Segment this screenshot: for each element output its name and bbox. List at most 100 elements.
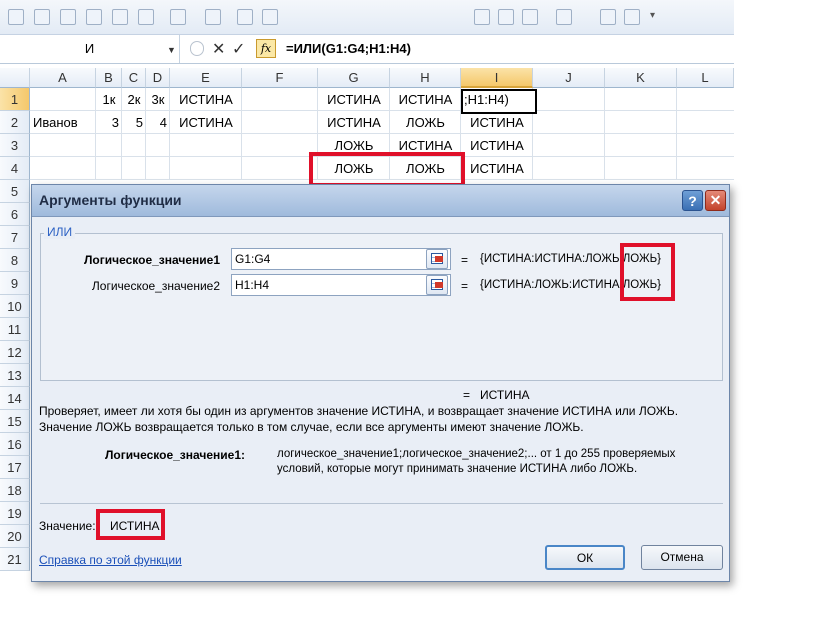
forward-icon[interactable]: [474, 9, 490, 25]
ok-button[interactable]: ОК: [545, 545, 625, 570]
undo-icon[interactable]: [138, 9, 154, 25]
cell-i4[interactable]: ИСТИНА: [461, 158, 533, 180]
form-icon[interactable]: [498, 9, 514, 25]
save-icon[interactable]: [86, 9, 102, 25]
open-icon[interactable]: [112, 9, 128, 25]
cell-e2[interactable]: ИСТИНА: [170, 112, 242, 134]
row-header-3[interactable]: 3: [0, 134, 30, 157]
row-header-11[interactable]: 11: [0, 318, 30, 341]
column-header-g[interactable]: G: [318, 68, 390, 88]
result-equals: =: [463, 388, 471, 402]
gridline: [604, 88, 605, 180]
arg-help-text-2: условий, которые могут принимать значени…: [277, 463, 638, 475]
row-header-20[interactable]: 20: [0, 525, 30, 548]
checkbox-icon[interactable]: [8, 9, 24, 25]
customize-dropdown-icon[interactable]: ▾: [650, 10, 655, 21]
row-header-1[interactable]: 1: [0, 88, 30, 111]
arg-help-text: логическое_значение1;логическое_значение…: [277, 448, 676, 460]
check-icon[interactable]: ✓: [232, 39, 245, 59]
column-header-i[interactable]: I: [461, 68, 533, 88]
row-header-5[interactable]: 5: [0, 180, 30, 203]
row-header-6[interactable]: 6: [0, 203, 30, 226]
row-header-15[interactable]: 15: [0, 410, 30, 433]
column-header-a[interactable]: A: [30, 68, 96, 88]
formula-bar: И ▼ ✕ ✓ fx =ИЛИ(G1:G4;H1:H4): [0, 35, 734, 64]
omega-icon[interactable]: [237, 9, 253, 25]
table-icon[interactable]: [522, 9, 538, 25]
paste-icon[interactable]: [60, 9, 76, 25]
column-header-c[interactable]: C: [122, 68, 146, 88]
row-header-2[interactable]: 2: [0, 111, 30, 134]
smiley-icon[interactable]: [600, 9, 616, 25]
column-header-l[interactable]: L: [677, 68, 734, 88]
column-header-j[interactable]: J: [533, 68, 605, 88]
cell-g2[interactable]: ИСТИНА: [318, 112, 390, 134]
function-description: Проверяет, имеет ли хотя бы один из аргу…: [39, 404, 679, 418]
row-header-21[interactable]: 21: [0, 548, 30, 571]
column-header-d[interactable]: D: [146, 68, 170, 88]
highlight-box-row4: [309, 152, 465, 187]
cell-e1[interactable]: ИСТИНА: [170, 89, 242, 111]
collapse-dialog-icon[interactable]: [426, 249, 448, 269]
column-header-f[interactable]: F: [242, 68, 318, 88]
row-header-18[interactable]: 18: [0, 479, 30, 502]
value-label: Значение:: [39, 519, 96, 533]
cell-h1[interactable]: ИСТИНА: [390, 89, 461, 111]
cell-i2[interactable]: ИСТИНА: [461, 112, 533, 134]
formula-bar-grip-icon: [190, 41, 204, 56]
name-box[interactable]: И: [0, 35, 180, 63]
chart-icon[interactable]: [262, 9, 278, 25]
cancel-button[interactable]: Отмена: [641, 545, 723, 570]
cell-d2[interactable]: 4: [146, 112, 170, 134]
row-header-14[interactable]: 14: [0, 387, 30, 410]
cell-c1[interactable]: 2к: [122, 89, 146, 111]
print-icon[interactable]: [556, 9, 572, 25]
formula-input[interactable]: =ИЛИ(G1:G4;H1:H4): [286, 35, 411, 63]
dialog-title: Аргументы функции: [39, 192, 182, 208]
row-header-19[interactable]: 19: [0, 502, 30, 525]
row-header-9[interactable]: 9: [0, 272, 30, 295]
column-header-k[interactable]: K: [605, 68, 677, 88]
redo-icon[interactable]: [170, 9, 186, 25]
row-header-10[interactable]: 10: [0, 295, 30, 318]
column-header-e[interactable]: E: [170, 68, 242, 88]
arg1-input[interactable]: G1:G4: [231, 248, 451, 270]
formula-result: = ИСТИНА: [463, 388, 530, 402]
row-header-16[interactable]: 16: [0, 433, 30, 456]
arg2-equals: =: [461, 279, 469, 293]
column-header-b[interactable]: B: [96, 68, 122, 88]
close-button[interactable]: ✕: [705, 190, 726, 211]
dialog-title-bar[interactable]: Аргументы функции ? ✕: [32, 185, 729, 217]
row-header-12[interactable]: 12: [0, 341, 30, 364]
chevron-down-icon[interactable]: ▼: [167, 45, 176, 55]
column-header-h[interactable]: H: [390, 68, 461, 88]
cell-b2[interactable]: 3: [96, 112, 122, 134]
face-icon[interactable]: [624, 9, 640, 25]
cell-a2[interactable]: Иванов: [30, 112, 96, 134]
row-header-17[interactable]: 17: [0, 456, 30, 479]
function-description-2: Значение ЛОЖЬ возвращается только в том …: [39, 420, 584, 434]
select-all-corner[interactable]: [0, 68, 30, 88]
close-icon[interactable]: ✕: [212, 39, 225, 59]
select-all-icon[interactable]: [34, 9, 50, 25]
cell-i1[interactable]: ;H1:H4): [461, 89, 535, 111]
arg2-input[interactable]: H1:H4: [231, 274, 451, 296]
row-header-13[interactable]: 13: [0, 364, 30, 387]
pi-icon[interactable]: [205, 9, 221, 25]
help-button[interactable]: ?: [682, 190, 703, 211]
cell-b1[interactable]: 1к: [96, 89, 122, 111]
collapse-dialog-icon[interactable]: [426, 275, 448, 295]
cell-g1[interactable]: ИСТИНА: [318, 89, 390, 111]
cell-i3[interactable]: ИСТИНА: [461, 135, 533, 157]
arg-help-name: Логическое_значение1:: [105, 448, 246, 462]
cell-c2[interactable]: 5: [122, 112, 146, 134]
cell-d1[interactable]: 3к: [146, 89, 170, 111]
row-header-8[interactable]: 8: [0, 249, 30, 272]
cell-h2[interactable]: ЛОЖЬ: [390, 112, 461, 134]
gridline: [676, 88, 677, 180]
function-help-link[interactable]: Справка по этой функции: [39, 553, 182, 567]
row-header-7[interactable]: 7: [0, 226, 30, 249]
insert-function-button[interactable]: fx: [256, 39, 276, 58]
highlight-box-results: [620, 243, 675, 301]
row-header-4[interactable]: 4: [0, 157, 30, 180]
